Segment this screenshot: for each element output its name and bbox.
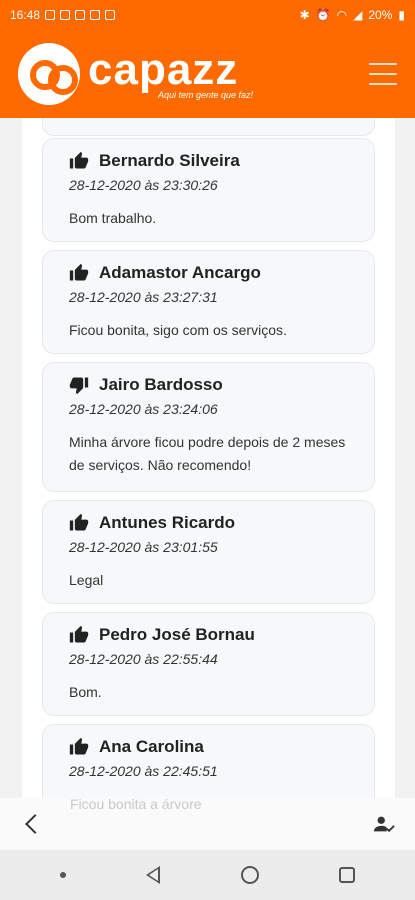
thumbs-up-icon [69,737,89,755]
reviewer-name: Adamastor Ancargo [99,263,261,282]
brand-logo[interactable]: capazz Aqui tem gente que faz! [18,43,253,105]
review-card: Bernardo Silveira 28-12-2020 às 23:30:26… [42,138,375,242]
thumbs-up-icon [69,151,89,169]
review-card: Antunes Ricardo 28-12-2020 às 23:01:55 L… [42,500,375,604]
review-text-faded: Ficou bonita a árvore [70,796,202,812]
bluetooth-icon: ✱ [299,8,310,22]
review-date: 28-12-2020 às 23:27:31 [69,289,218,305]
alarm-icon: ⏰ [315,8,331,22]
nav-dot-icon [60,872,67,878]
reviewer-name: Ana Carolina [99,737,204,756]
app-header: capazz Aqui tem gente que faz! [0,30,415,118]
thumbs-up-icon [69,625,89,643]
review-date: 28-12-2020 às 23:01:55 [69,539,218,555]
reviewer-name: Jairo Bardosso [99,375,223,394]
notification-icon [60,10,71,20]
review-date: 28-12-2020 às 22:55:44 [69,651,218,667]
user-check-icon[interactable] [373,813,395,835]
bottom-app-bar: Ficou bonita a árvore [0,796,415,850]
reviewer-name: Antunes Ricardo [99,513,236,532]
reviewer-name: Pedro José Bornau [99,625,255,644]
logo-tagline: Aqui tem gente que faz! [158,90,254,100]
hamburger-menu-button[interactable] [369,63,397,85]
review-text: Bom. [69,684,102,700]
thumbs-up-icon [69,513,89,531]
back-chevron-icon[interactable] [25,814,45,834]
nav-back-icon[interactable] [146,866,161,884]
notification-icon [45,10,56,20]
menu-bar-icon [369,83,397,85]
signal-icon: ◢ [353,8,363,22]
nav-home-icon[interactable] [240,866,259,884]
system-nav-bar [0,850,415,900]
review-card: Pedro José Bornau 28-12-2020 às 22:55:44… [42,612,375,716]
review-card: Jairo Bardosso 28-12-2020 às 23:24:06 Mi… [42,362,375,492]
reviews-list[interactable]: Bernardo Silveira 28-12-2020 às 23:30:26… [22,118,395,798]
review-text: Bom trabalho. [69,210,157,226]
logo-mark-icon [18,43,80,105]
thumbs-down-icon [69,377,89,395]
status-time: 16:48 [10,8,41,22]
review-text: Ficou bonita, sigo com os serviços. [69,322,287,338]
menu-bar-icon [369,73,397,75]
review-card-partial [42,118,375,136]
nav-recents-icon[interactable] [338,867,355,883]
facebook-icon [75,10,86,20]
status-bar: 16:48 ✱ ⏰ ◠ ◢ 20% ▮ [0,0,415,30]
thumbs-up-icon [69,263,89,281]
review-date: 28-12-2020 às 23:24:06 [69,401,218,417]
logo-text: capazz [88,45,239,94]
review-card: Adamastor Ancargo 28-12-2020 às 23:27:31… [42,250,375,354]
wifi-icon: ◠ [336,8,348,22]
battery-level: 20% [368,8,393,22]
review-date: 28-12-2020 às 23:30:26 [69,177,218,193]
review-card: Ana Carolina 28-12-2020 às 22:45:51 [42,724,375,798]
battery-icon: ▮ [398,8,405,22]
menu-bar-icon [369,63,397,65]
review-date: 28-12-2020 às 22:45:51 [69,763,218,779]
review-text: Minha árvore ficou podre depois de 2 mes… [69,434,346,473]
review-text: Legal [69,572,104,588]
mail-icon [90,10,101,20]
instagram-icon [105,10,116,20]
reviewer-name: Bernardo Silveira [99,151,240,170]
